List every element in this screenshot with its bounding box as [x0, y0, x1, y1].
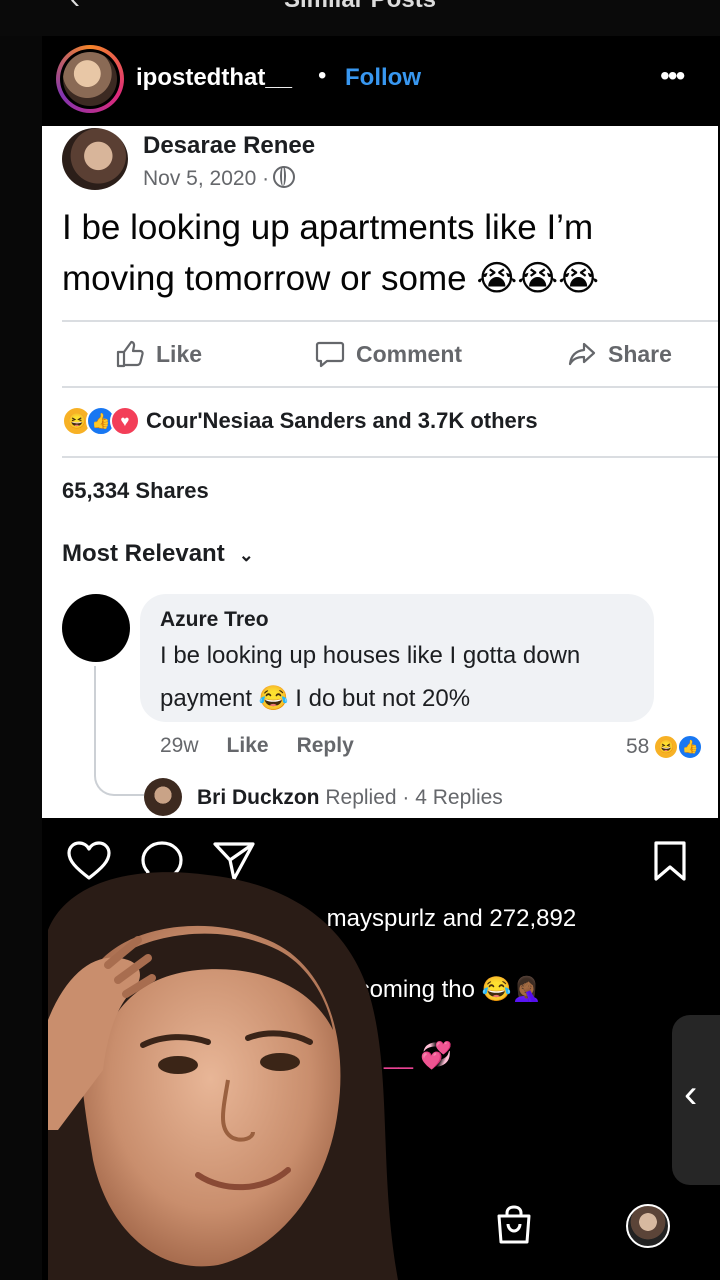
divider: [62, 456, 718, 458]
chevron-down-icon: ⌄: [238, 545, 254, 565]
comment-count-text: 58: [626, 735, 650, 758]
comment-reaction-count: 58 😆 👍: [626, 734, 704, 760]
comment-reply: Reply: [296, 734, 354, 757]
chevron-left-icon[interactable]: ‹: [684, 1072, 697, 1117]
divider: [62, 386, 718, 388]
avatar[interactable]: [63, 52, 117, 106]
reply-avatar: [144, 778, 182, 816]
fb-like-action: Like: [114, 338, 202, 370]
share-arrow-icon: [568, 342, 596, 366]
creator-face-overlay: [48, 872, 398, 1280]
fb-reactions-text: Cour'Nesiaa Sanders and 3.7K others: [146, 408, 538, 433]
comment-text: I be looking up houses like I gotta down…: [160, 642, 581, 712]
fb-sort-selector: Most Relevant ⌄: [62, 540, 254, 568]
divider: [62, 320, 718, 322]
bookmark-icon[interactable]: [652, 840, 688, 882]
fb-shares-count: 65,334 Shares: [62, 478, 209, 503]
love-reaction-icon: ♥: [110, 406, 140, 436]
comment-author: Azure Treo: [160, 608, 269, 631]
fb-post-text: I be looking up apartments like I’m movi…: [62, 202, 682, 305]
reply-text: Replied · 4 Replies: [325, 786, 503, 809]
thumbs-up-icon: [116, 340, 144, 368]
shop-bag-icon[interactable]: [494, 1204, 534, 1246]
speech-bubble-icon: [315, 341, 345, 368]
haha-reaction-icon: 😆: [653, 734, 680, 760]
fb-share-label: Share: [608, 340, 672, 367]
fb-share-action: Share: [566, 338, 672, 370]
fb-like-label: Like: [156, 340, 203, 367]
background-strip: [0, 0, 42, 1280]
fb-reactions-row: 😆 👍 ♥ Cour'Nesiaa Sanders and 3.7K other…: [62, 406, 538, 436]
fb-sort-label: Most Relevant: [62, 540, 225, 567]
more-options-icon[interactable]: •••: [660, 60, 685, 92]
follow-button[interactable]: Follow: [345, 64, 421, 92]
comment-meta: 29w Like Reply: [160, 734, 354, 758]
crying-emoji: 😭😭😭: [476, 259, 600, 299]
post-image: Desarae Renee Nov 5, 2020 · I be looking…: [42, 126, 718, 818]
globe-icon: [273, 166, 296, 188]
fb-author-avatar: [62, 128, 128, 190]
fb-date-text: Nov 5, 2020 ·: [143, 167, 270, 190]
reply-summary: Bri Duckzon Replied · 4 Replies: [197, 786, 503, 810]
comment-avatar: [62, 594, 130, 662]
fb-post-date: Nov 5, 2020 ·: [143, 166, 296, 191]
like-reaction-icon: 👍: [677, 734, 704, 760]
thread-line: [94, 666, 144, 796]
fb-comment-action: Comment: [314, 338, 462, 370]
profile-avatar-icon[interactable]: [626, 1204, 670, 1248]
comment-time: 29w: [160, 734, 199, 757]
post-username[interactable]: ipostedthat__: [136, 64, 292, 92]
comment-like: Like: [226, 734, 269, 757]
page-title: Similar Posts: [0, 0, 720, 14]
fb-author-name: Desarae Renee: [143, 132, 316, 159]
reply-author: Bri Duckzon: [197, 786, 320, 809]
fb-comment-label: Comment: [356, 340, 463, 367]
separator-dot: •: [318, 62, 327, 89]
